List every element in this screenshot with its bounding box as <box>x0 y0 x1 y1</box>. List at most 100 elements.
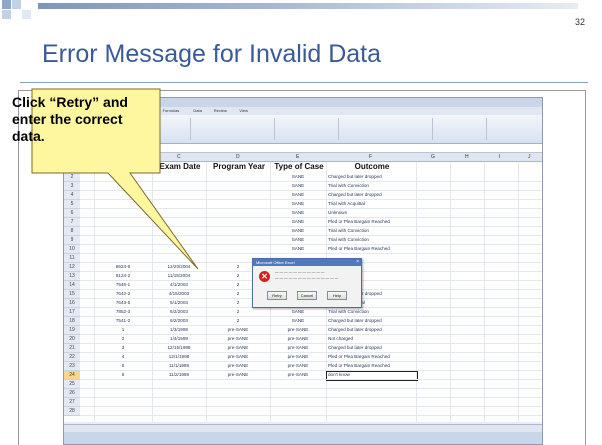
cell-outcome[interactable]: Charged but later dropped <box>328 344 414 352</box>
cell-date[interactable]: 11/1/1998 <box>154 362 204 370</box>
cell-id[interactable]: 7546-1 <box>96 281 150 289</box>
row-number[interactable]: 6 <box>64 209 80 218</box>
cell-date[interactable]: 1/3/1999 <box>154 326 204 334</box>
row-number[interactable]: 28 <box>64 407 80 416</box>
cell-id[interactable]: 5 <box>96 362 150 370</box>
row-number[interactable]: 14 <box>64 281 80 290</box>
cell-id[interactable]: 7643-5 <box>96 299 150 307</box>
cell-outcome[interactable]: Trial with Conviction <box>328 227 416 235</box>
cell-id[interactable]: 8124-2 <box>96 272 150 280</box>
row-number[interactable]: 7 <box>64 218 80 227</box>
cell-type[interactable]: SANE <box>272 308 324 316</box>
cell-outcome[interactable]: Pled or Plea Bargain Reached <box>328 218 416 226</box>
cell-id[interactable]: 2 <box>96 335 150 343</box>
row-number[interactable]: 20 <box>64 335 80 344</box>
close-icon[interactable]: × <box>356 259 359 266</box>
row-number[interactable]: 27 <box>64 398 80 407</box>
column-header[interactable]: E <box>296 154 299 160</box>
help-button[interactable]: Help <box>327 291 347 300</box>
cell-type[interactable]: SANE <box>272 209 324 217</box>
cell-type[interactable]: pre-SANE <box>272 362 324 370</box>
cell-outcome[interactable]: Pled or Plea Bargain Reached <box>328 362 414 370</box>
row-number[interactable]: 21 <box>64 344 80 353</box>
cell-type[interactable]: SANE <box>272 218 324 226</box>
cell-type[interactable]: pre-SANE <box>272 326 324 334</box>
cell-id[interactable]: 8624-6 <box>96 263 150 271</box>
cell-year[interactable]: 2 <box>208 308 268 316</box>
ribbon-tab[interactable]: View <box>239 108 248 113</box>
retry-button[interactable]: Retry <box>267 291 287 300</box>
cell-id[interactable]: 4 <box>96 353 150 361</box>
cell-type[interactable]: SANE <box>272 200 324 208</box>
row-number[interactable]: 10 <box>64 245 80 254</box>
cell-id[interactable]: 3 <box>96 344 150 352</box>
cell-year[interactable]: pre-SANE <box>208 344 268 352</box>
cell-type[interactable]: pre-SANE <box>272 353 324 361</box>
cell-date[interactable]: 12/15/1998 <box>154 344 204 352</box>
cell-date[interactable]: 12/1/1998 <box>154 353 204 361</box>
cell-type[interactable]: pre-SANE <box>272 371 324 379</box>
cell-year[interactable]: pre-SANE <box>208 362 268 370</box>
row-number[interactable]: 19 <box>64 326 80 335</box>
cancel-button[interactable]: Cancel <box>297 291 317 300</box>
column-header[interactable]: D <box>236 154 240 160</box>
cell-id[interactable]: 6 <box>96 371 150 379</box>
cell-outcome[interactable]: Trial with Conviction <box>328 182 416 190</box>
row-number[interactable]: 18 <box>64 317 80 326</box>
row-number[interactable]: 24 <box>64 371 80 380</box>
cell-type[interactable]: SANE <box>272 245 324 253</box>
cell-date[interactable]: 4/15/2003 <box>154 290 204 298</box>
row-number[interactable]: 25 <box>64 380 80 389</box>
cell-type[interactable]: SANE <box>272 191 324 199</box>
row-number[interactable]: 12 <box>64 263 80 272</box>
row-number[interactable]: 11 <box>64 254 80 263</box>
cell-id[interactable]: 1 <box>96 326 150 334</box>
row-number[interactable]: 22 <box>64 353 80 362</box>
cell-date[interactable]: 4/1/2003 <box>154 281 204 289</box>
cell-type[interactable]: SANE <box>272 227 324 235</box>
column-header[interactable]: I <box>499 154 500 160</box>
cell-outcome[interactable]: Pled or Plea Bargain Reached <box>328 245 416 253</box>
row-number[interactable]: 17 <box>64 308 80 317</box>
column-header[interactable]: G <box>431 154 435 160</box>
cell-outcome[interactable]: Charged but later dropped <box>328 326 414 334</box>
row-number[interactable]: 15 <box>64 290 80 299</box>
row-number[interactable]: 9 <box>64 236 80 245</box>
cell-year[interactable]: pre-SANE <box>208 371 268 379</box>
cell-outcome[interactable]: Not charged <box>328 335 414 343</box>
cell-type[interactable]: SANE <box>272 182 324 190</box>
cell-id[interactable]: 7852-3 <box>96 308 150 316</box>
cell-outcome[interactable]: Unknown <box>328 209 416 217</box>
column-header[interactable]: F <box>369 154 372 160</box>
cell-id[interactable]: 7541-2 <box>96 317 150 325</box>
cell-outcome[interactable]: Charged but later dropped <box>328 317 414 325</box>
cell-year[interactable]: 2 <box>208 317 268 325</box>
row-number[interactable]: 23 <box>64 362 80 371</box>
cell-date[interactable]: 6/2/2003 <box>154 308 204 316</box>
cell-outcome[interactable]: Charged but later dropped <box>328 173 416 181</box>
cell-year[interactable]: pre-SANE <box>208 326 268 334</box>
header-cell[interactable]: Type of Case <box>272 162 326 172</box>
row-number[interactable]: 13 <box>64 272 80 281</box>
cell-outcome[interactable]: Trial with Acquittal <box>328 200 416 208</box>
cell-type[interactable]: pre-SANE <box>272 344 324 352</box>
cell-outcome[interactable]: Pled or Plea Bargain Reached <box>328 353 414 361</box>
cell-outcome[interactable]: Trial with Conviction <box>328 236 416 244</box>
cell-id[interactable]: 7642-2 <box>96 290 150 298</box>
row-number[interactable]: 8 <box>64 227 80 236</box>
cell-date[interactable]: 6/2/2003 <box>154 317 204 325</box>
cell-outcome[interactable]: Charged but later dropped <box>328 191 416 199</box>
cell-type[interactable]: SANE <box>272 173 324 181</box>
column-header[interactable]: H <box>465 154 469 160</box>
cell-date[interactable]: 5/1/2003 <box>154 299 204 307</box>
cell-type[interactable]: SANE <box>272 317 324 325</box>
cell-year[interactable]: pre-SANE <box>208 335 268 343</box>
cell-year[interactable]: pre-SANE <box>208 353 268 361</box>
row-number[interactable]: 26 <box>64 389 80 398</box>
cell-type[interactable]: pre-SANE <box>272 335 324 343</box>
cell-date[interactable]: 1/4/1999 <box>154 335 204 343</box>
row-number[interactable]: 16 <box>64 299 80 308</box>
cell-type[interactable]: SANE <box>272 236 324 244</box>
cell-date[interactable]: 11/15/2004 <box>154 272 204 280</box>
cell-date[interactable]: 11/2/1998 <box>154 371 204 379</box>
